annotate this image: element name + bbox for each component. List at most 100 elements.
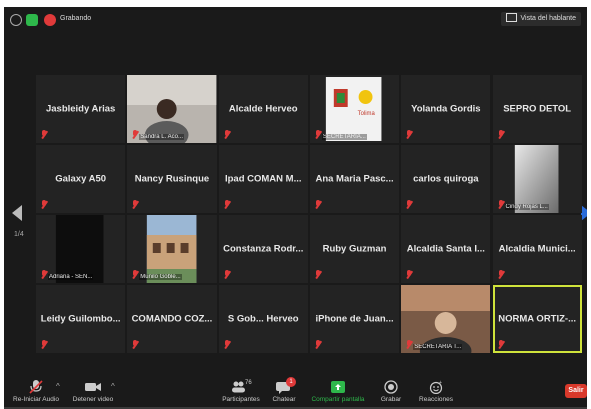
participant-name: iPhone de Juan... bbox=[315, 313, 394, 325]
mic-muted-icon bbox=[41, 200, 47, 209]
mic-muted-icon bbox=[498, 130, 504, 139]
participant-video bbox=[36, 215, 126, 283]
participant-name: Ipad COMAN M... bbox=[224, 173, 302, 185]
participant-tile[interactable]: COMANDO COZ... bbox=[127, 285, 217, 353]
participants-icon: 76 bbox=[216, 380, 266, 394]
mic-muted-icon bbox=[406, 340, 412, 349]
participant-name: Ana Maria Pasc... bbox=[315, 173, 394, 185]
previous-page-arrow-icon[interactable] bbox=[12, 205, 22, 221]
participant-tile[interactable]: Adriana - SEN... bbox=[36, 215, 126, 283]
info-icon[interactable] bbox=[10, 14, 22, 26]
participant-tile[interactable]: Nancy Rusinque bbox=[127, 145, 217, 213]
share-screen-label: Compartir pantalla bbox=[311, 396, 365, 403]
chat-button[interactable]: 1 Chatear bbox=[268, 377, 300, 403]
mic-muted-icon bbox=[132, 340, 138, 349]
participant-tile[interactable]: Alcaldia Santa I... bbox=[401, 215, 491, 283]
record-icon bbox=[376, 380, 406, 394]
mic-muted-icon bbox=[224, 340, 230, 349]
shield-icon[interactable] bbox=[26, 14, 38, 26]
zoom-window: Grabando Vista del hablante 1/4 Jasbleid… bbox=[4, 7, 587, 407]
share-screen-button[interactable]: Compartir pantalla bbox=[306, 380, 370, 403]
participant-tile[interactable]: Jasbleidy Arias bbox=[36, 75, 126, 143]
mic-muted-icon bbox=[132, 130, 138, 139]
participant-video-label: Adriana - SEN... bbox=[48, 274, 94, 280]
participant-tile[interactable]: Yolanda Gordis bbox=[401, 75, 491, 143]
participant-name: COMANDO COZ... bbox=[131, 313, 213, 325]
participant-video-label: Cindy Rojas L... bbox=[504, 204, 549, 210]
mic-muted-icon bbox=[224, 270, 230, 279]
mic-muted-icon bbox=[315, 340, 321, 349]
participant-tile[interactable]: Sandra L. Aco... bbox=[127, 75, 217, 143]
speaker-view-icon bbox=[506, 12, 518, 22]
recording-label: Grabando bbox=[60, 15, 92, 22]
mic-muted-icon bbox=[41, 270, 47, 279]
participant-video bbox=[492, 145, 582, 213]
participant-name: SEPRO DETOL bbox=[503, 103, 572, 115]
participant-name: Nancy Rusinque bbox=[134, 173, 210, 185]
mic-muted-icon bbox=[224, 130, 230, 139]
participant-tile[interactable]: Ipad COMAN M... bbox=[218, 145, 308, 213]
mic-muted-icon bbox=[224, 200, 230, 209]
record-button[interactable]: Grabar bbox=[376, 380, 406, 403]
participant-name: Yolanda Gordis bbox=[411, 103, 481, 115]
participant-tile[interactable]: Alcalde Herveo bbox=[218, 75, 308, 143]
mic-muted-icon bbox=[406, 130, 412, 139]
audio-options-caret[interactable]: ^ bbox=[56, 382, 60, 391]
mic-muted-icon bbox=[498, 270, 504, 279]
participant-tile[interactable]: Leidy Guilombo... bbox=[36, 285, 126, 353]
participant-tile[interactable]: iPhone de Juan... bbox=[309, 285, 400, 353]
participant-tile[interactable]: Galaxy A50 bbox=[36, 145, 126, 213]
speaker-view-button[interactable]: Vista del hablante bbox=[501, 12, 581, 26]
participant-tile[interactable]: Munilo Goble... bbox=[127, 215, 217, 283]
participant-tile[interactable]: Alcaldia Munici... bbox=[492, 215, 582, 283]
participant-video-label: Sandra L. Aco... bbox=[139, 134, 184, 140]
participant-video bbox=[127, 75, 217, 143]
participant-name: Jasbleidy Arias bbox=[45, 103, 116, 115]
svg-text:Tolima: Tolima bbox=[358, 111, 376, 117]
page-indicator: 1/4 bbox=[14, 231, 24, 238]
participant-tile[interactable]: SECRETARIA T... bbox=[401, 285, 491, 353]
recording-icon bbox=[44, 14, 56, 26]
participant-tile[interactable]: Ruby Guzman bbox=[309, 215, 400, 283]
participants-count: 76 bbox=[245, 380, 252, 386]
participant-tile[interactable]: Tolima SECRETARÍA... bbox=[309, 75, 400, 143]
mic-muted-icon bbox=[406, 200, 412, 209]
participant-tile[interactable]: S Gob... Herveo bbox=[218, 285, 308, 353]
participant-name: Alcalde Herveo bbox=[228, 103, 298, 115]
participant-tile[interactable]: NORMA ORTIZ-... bbox=[492, 285, 582, 353]
participant-name: Ruby Guzman bbox=[322, 243, 387, 255]
participant-tile[interactable]: carlos quiroga bbox=[401, 145, 491, 213]
participant-tile[interactable]: Constanza Rodr... bbox=[218, 215, 308, 283]
participant-name: S Gob... Herveo bbox=[227, 313, 299, 325]
mic-muted-icon bbox=[498, 340, 504, 349]
chat-label: Chatear bbox=[272, 396, 296, 403]
leave-button[interactable]: Salir bbox=[565, 384, 587, 398]
reactions-label: Reacciones bbox=[419, 396, 453, 403]
video-label: Detener video bbox=[72, 396, 114, 403]
participant-video-label: Munilo Goble... bbox=[139, 274, 182, 280]
participant-name: Galaxy A50 bbox=[55, 173, 107, 185]
participant-video: Tolima bbox=[309, 75, 400, 143]
reactions-button[interactable]: + Reacciones bbox=[416, 380, 456, 403]
participant-video-label: SECRETARIA T... bbox=[413, 344, 463, 350]
chat-badge: 1 bbox=[286, 377, 296, 387]
record-label: Grabar bbox=[380, 396, 402, 403]
participant-tile[interactable]: Cindy Rojas L... bbox=[492, 145, 582, 213]
mic-muted-icon bbox=[132, 270, 138, 279]
participant-grid: Jasbleidy Arias Sandra L. Aco... Alcalde H… bbox=[36, 75, 584, 355]
participant-name: NORMA ORTIZ-... bbox=[498, 313, 577, 325]
reactions-icon: + bbox=[416, 380, 456, 395]
share-screen-icon bbox=[306, 380, 370, 394]
participant-name: Alcaldia Santa I... bbox=[406, 243, 485, 255]
mic-muted-icon bbox=[41, 340, 47, 349]
mic-muted-icon bbox=[315, 200, 321, 209]
participant-tile[interactable]: SEPRO DETOL bbox=[492, 75, 582, 143]
participant-name: carlos quiroga bbox=[413, 173, 479, 185]
mic-muted-icon bbox=[132, 200, 138, 209]
participant-video-label: SECRETARÍA... bbox=[321, 134, 367, 140]
participants-button[interactable]: 76 Participantes bbox=[216, 380, 266, 403]
participant-tile[interactable]: Ana Maria Pasc... bbox=[309, 145, 400, 213]
mic-muted-icon bbox=[315, 270, 321, 279]
mic-muted-icon bbox=[406, 270, 412, 279]
video-options-caret[interactable]: ^ bbox=[111, 382, 115, 391]
